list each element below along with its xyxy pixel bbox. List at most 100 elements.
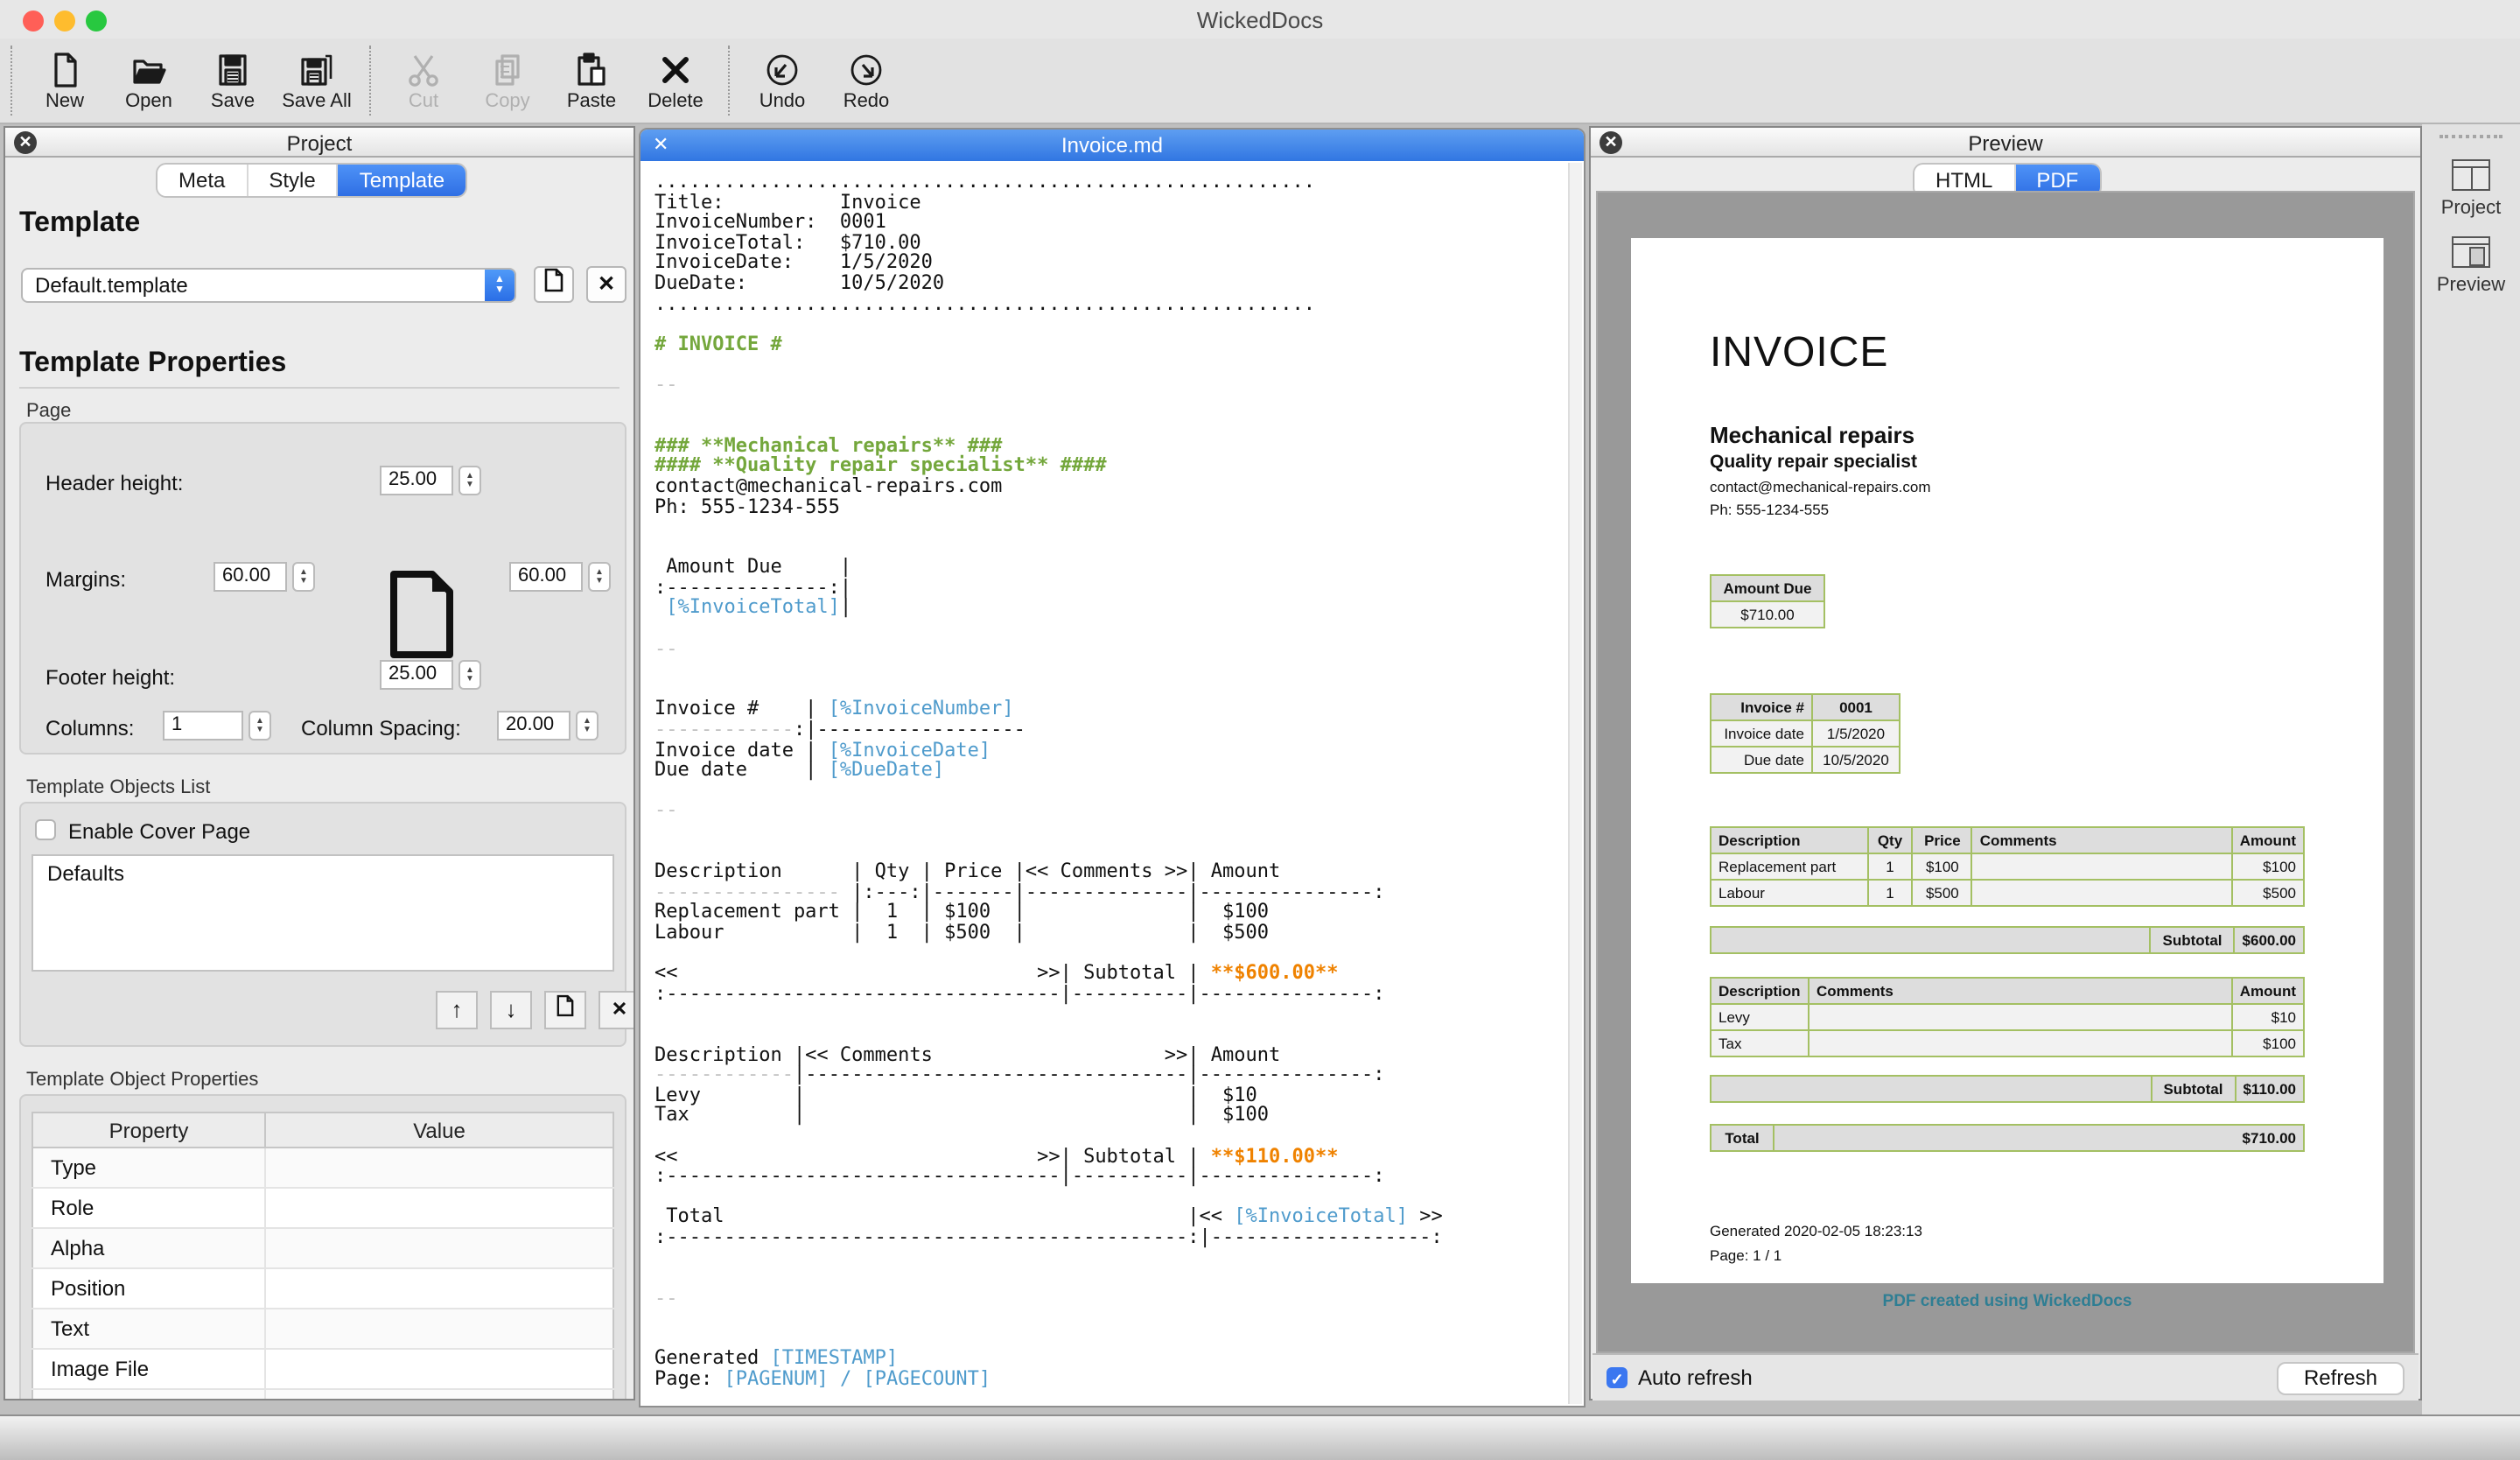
divider: [19, 387, 620, 389]
editor-line: Invoice # | [%InvoiceNumber]: [654, 699, 1568, 719]
editor-line: Levy | | $10: [654, 1084, 1568, 1105]
delete-button[interactable]: Delete: [637, 40, 714, 121]
columns-stepper[interactable]: ▲▼: [248, 711, 271, 741]
table-row: Replacement part1$100$100: [1711, 853, 2304, 880]
table-row[interactable]: Image File: [32, 1349, 613, 1389]
editor-line: #### **Quality repair specialist** ####: [654, 456, 1568, 476]
editor-line: [654, 679, 1568, 699]
editor-text-area[interactable]: ........................................…: [642, 163, 1568, 1404]
preview-panel-header: ✕ Preview: [1591, 128, 2420, 158]
editor-title: Invoice.md: [640, 133, 1584, 158]
margin-left-input[interactable]: 60.00: [214, 562, 287, 592]
table-row: Labour1$500$500: [1711, 880, 2304, 906]
new-button[interactable]: New: [26, 40, 103, 121]
redo-button[interactable]: Redo: [828, 40, 905, 121]
template-select-stepper[interactable]: ▲▼: [485, 270, 514, 301]
fees-subtotal-bar: Subtotal $110.00: [1710, 1075, 2305, 1103]
editor-line: Invoice date | [%InvoiceDate]: [654, 740, 1568, 760]
margin-left-stepper[interactable]: ▲▼: [292, 562, 315, 592]
objects-list-label: Template Objects List: [26, 777, 210, 798]
rail-item-preview[interactable]: Preview: [2422, 236, 2520, 296]
rail-item-project[interactable]: Project: [2422, 159, 2520, 219]
editor-scrollbar[interactable]: [1568, 163, 1582, 1404]
header-height-input[interactable]: 25.00: [380, 466, 453, 495]
editor-line: contact@mechanical-repairs.com: [654, 476, 1568, 496]
editor-line: ........................................…: [654, 172, 1568, 192]
table-row[interactable]: Text: [32, 1309, 613, 1349]
new-template-button[interactable]: [534, 266, 574, 303]
copy-icon: [488, 50, 527, 88]
column-spacing-label: Column Spacing:: [301, 716, 461, 741]
footer-height-input[interactable]: 25.00: [380, 660, 453, 690]
editor-line: Title: Invoice: [654, 192, 1568, 212]
enable-cover-checkbox[interactable]: [35, 819, 56, 840]
toolbar-separator: [10, 46, 12, 116]
rail-drag-handle[interactable]: [2440, 135, 2502, 142]
editor-line: Tax | | $100: [654, 1106, 1568, 1126]
editor-line: [654, 516, 1568, 537]
dock-rail: Project Preview: [2422, 124, 2520, 1414]
enable-cover-label: Enable Cover Page: [68, 819, 250, 844]
pdf-footer-note: PDF created using WickedDocs: [1631, 1292, 2384, 1311]
objects-list-group: Enable Cover Page Defaults ↑ ↓ ✕: [19, 802, 626, 1047]
tab-style[interactable]: Style: [248, 165, 338, 196]
saveall-button[interactable]: Save All: [278, 40, 355, 121]
props-col-property: Property: [32, 1113, 265, 1148]
margin-right-input[interactable]: 60.00: [509, 562, 583, 592]
amount-due-label: Amount Due: [1711, 575, 1824, 601]
save-button[interactable]: Save: [194, 40, 271, 121]
editor-line: [654, 1024, 1568, 1044]
object-props-table[interactable]: Property Value TypeRoleAlphaPositionText…: [32, 1112, 614, 1400]
refresh-button[interactable]: Refresh: [2277, 1362, 2404, 1395]
editor-line: :----------------------------------|----…: [654, 1166, 1568, 1186]
list-item[interactable]: Defaults: [33, 856, 612, 886]
header-height-stepper[interactable]: ▲▼: [458, 466, 481, 495]
paste-button[interactable]: Paste: [553, 40, 630, 121]
columns-input[interactable]: 1: [163, 711, 243, 741]
move-up-button[interactable]: ↑: [436, 991, 478, 1029]
column-spacing-stepper[interactable]: ▲▼: [576, 711, 598, 741]
editor-line: Due date | [%DueDate]: [654, 760, 1568, 780]
template-objects-list[interactable]: Defaults: [32, 854, 614, 972]
subtotal-label: Subtotal: [2152, 1076, 2236, 1102]
page-number: Page: 1 / 1: [1710, 1246, 1782, 1264]
preview-window-icon: [2452, 236, 2490, 268]
editor-titlebar: ✕ Invoice.md: [640, 130, 1584, 161]
footer-height-stepper[interactable]: ▲▼: [458, 660, 481, 690]
auto-refresh-checkbox[interactable]: ✓: [1606, 1367, 1628, 1388]
table-row[interactable]: Role: [32, 1188, 613, 1228]
template-select[interactable]: Default.template ▲▼: [21, 268, 516, 303]
column-spacing-input[interactable]: 20.00: [497, 711, 570, 741]
table-row[interactable]: Paint: [32, 1389, 613, 1400]
editor-line: Description |<< Comments >>| Amount: [654, 1044, 1568, 1064]
editor-line: ------------|---------------------------…: [654, 1064, 1568, 1084]
delete-icon: [656, 50, 695, 88]
preview-panel: ✕ Preview HTMLPDF INVOICE Mechanical rep…: [1589, 126, 2422, 1400]
tab-meta[interactable]: Meta: [158, 165, 248, 196]
editor-line: Description | Qty | Price |<< Comments >…: [654, 861, 1568, 881]
pdf-viewport[interactable]: INVOICE Mechanical repairs Quality repai…: [1596, 191, 2415, 1353]
undo-button[interactable]: Undo: [744, 40, 821, 121]
table-row[interactable]: Type: [32, 1148, 613, 1188]
open-button[interactable]: Open: [110, 40, 187, 121]
table-row: Invoice #0001: [1711, 694, 1900, 720]
window-titlebar: WickedDocs: [0, 0, 2520, 39]
move-down-button[interactable]: ↓: [490, 991, 532, 1029]
amount-due-table: Amount Due $710.00: [1710, 574, 1825, 628]
editor-line: ---------------- |:---:|-------|--------…: [654, 882, 1568, 902]
cut-icon: [404, 50, 443, 88]
generated-timestamp: Generated 2020-02-05 18:23:13: [1710, 1222, 1922, 1239]
tab-template[interactable]: Template: [339, 165, 466, 196]
delete-template-button[interactable]: ✕: [586, 266, 626, 303]
table-row[interactable]: Alpha: [32, 1228, 613, 1268]
rail-label-preview: Preview: [2437, 275, 2505, 296]
editor-line: --: [654, 801, 1568, 821]
margin-right-stepper[interactable]: ▲▼: [588, 562, 611, 592]
editor-line: [654, 1309, 1568, 1329]
new-object-button[interactable]: [544, 991, 586, 1029]
delete-object-button[interactable]: ✕: [598, 991, 635, 1029]
table-row[interactable]: Position: [32, 1268, 613, 1309]
save-icon: [214, 50, 252, 88]
project-window-icon: [2452, 159, 2490, 191]
project-tabs: MetaStyleTemplate: [158, 165, 466, 196]
